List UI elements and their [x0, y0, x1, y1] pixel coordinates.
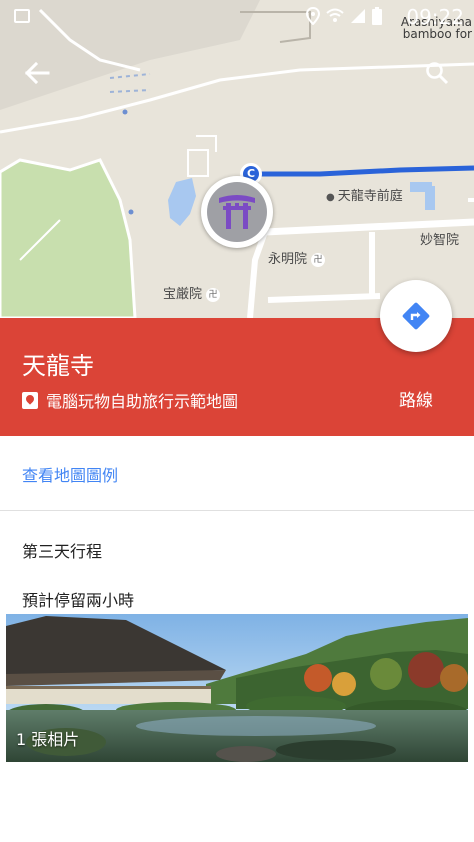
temple-icon: 卍	[206, 288, 221, 302]
place-marker[interactable]	[201, 176, 273, 248]
back-button[interactable]	[18, 54, 56, 92]
map-pin-icon	[22, 391, 38, 409]
arrow-back-icon	[24, 61, 50, 85]
map-background	[0, 0, 474, 318]
directions-icon	[402, 302, 430, 330]
description-line: 第三天行程	[22, 542, 103, 561]
place-photo[interactable]: 1 張相片	[6, 614, 468, 762]
place-title: 天龍寺	[22, 352, 94, 380]
image-icon	[14, 9, 30, 23]
description-line: 預計停留兩小時	[22, 591, 135, 610]
status-clock: 09:22	[406, 5, 464, 29]
map-label-tenryuji-maeniwa[interactable]: ● 天龍寺前庭	[326, 185, 403, 204]
search-icon	[426, 62, 449, 85]
map-label-hogonin[interactable]: 宝厳院卍	[163, 283, 221, 302]
map-label-eimyoin[interactable]: 永明院卍	[268, 248, 326, 267]
directions-label[interactable]: 路線	[399, 386, 433, 411]
status-icons	[306, 6, 382, 26]
map-view[interactable]: ● 天龍寺前庭 妙智院 永明院卍 宝厳院卍 C	[0, 0, 474, 318]
photo-count: 1 張相片	[16, 730, 80, 749]
map-name-row[interactable]: 電腦玩物自助旅行示範地圖	[22, 388, 238, 412]
divider	[0, 510, 474, 511]
poi-icon: ●	[326, 192, 335, 203]
wifi-icon	[326, 8, 344, 22]
search-button[interactable]	[418, 54, 456, 92]
torii-gate-icon	[219, 195, 255, 229]
signal-icon	[351, 9, 365, 23]
location-icon	[306, 7, 320, 25]
directions-button[interactable]	[380, 280, 452, 352]
status-bar: Arashiyama bamboo for 09:22	[0, 0, 474, 40]
temple-icon: 卍	[311, 253, 326, 267]
map-name: 電腦玩物自助旅行示範地圖	[46, 392, 239, 411]
view-map-legend-link[interactable]: 查看地圖圖例	[22, 462, 118, 486]
battery-icon	[372, 7, 382, 25]
map-label-myochiin[interactable]: 妙智院	[420, 229, 459, 248]
